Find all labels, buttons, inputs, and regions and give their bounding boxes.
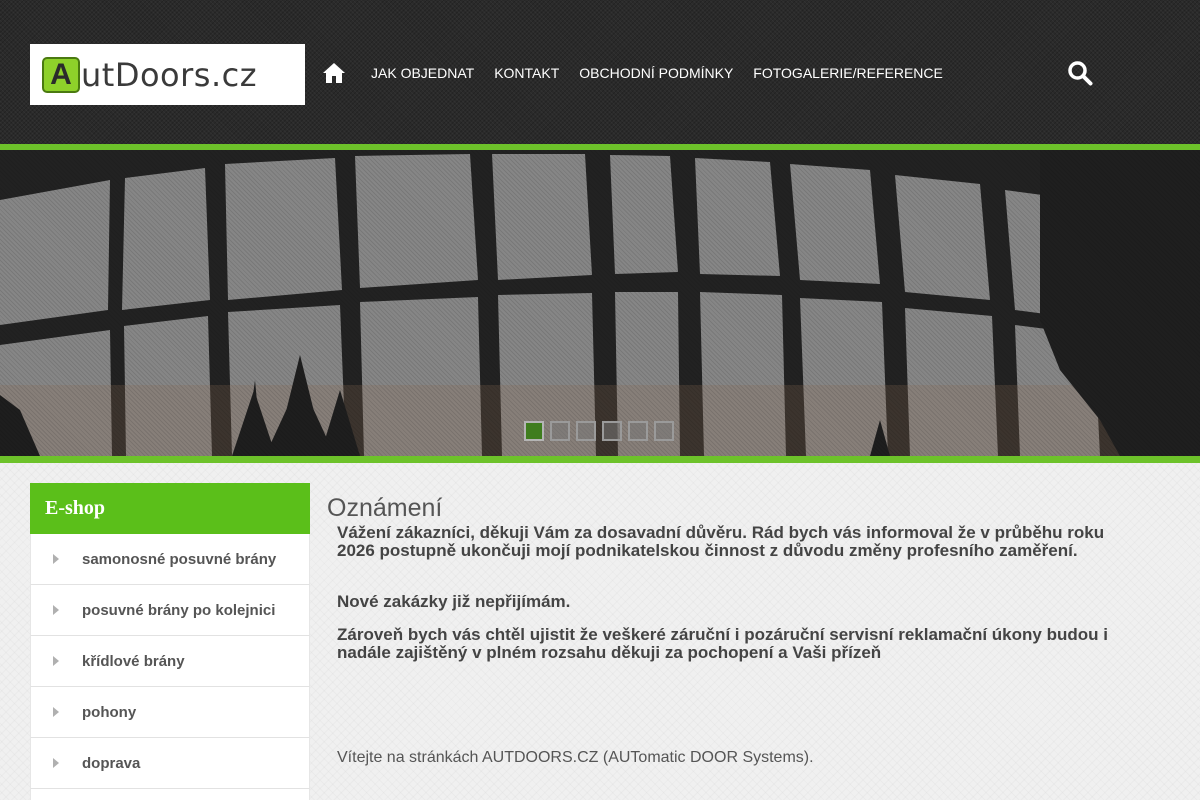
- chevron-right-icon: [53, 554, 59, 564]
- sidebar-item-label: pohony: [82, 703, 137, 721]
- main-nav: JAK OBJEDNAT KONTAKT OBCHODNÍ PODMÍNKY F…: [371, 65, 963, 81]
- chevron-right-icon: [53, 758, 59, 768]
- announcement-paragraph-2: Nové zakázky již nepřijímám.: [337, 592, 571, 611]
- logo-mark: A: [42, 56, 80, 93]
- slider-pagination: [524, 421, 680, 441]
- nav-fotogalerie[interactable]: FOTOGALERIE/REFERENCE: [753, 65, 943, 81]
- search-icon[interactable]: [1067, 60, 1093, 86]
- site-logo[interactable]: A utDoors.cz: [30, 44, 305, 105]
- eshop-heading: E-shop: [30, 483, 310, 534]
- sidebar-item-pohony[interactable]: pohony: [30, 687, 310, 738]
- sidebar-item-samonosne[interactable]: samonosné posuvné brány: [30, 534, 310, 585]
- welcome-text: Vítejte na stránkách AUTDOORS.CZ (AUToma…: [337, 749, 814, 766]
- sidebar-item-partial[interactable]: [30, 789, 310, 800]
- announcement-paragraph-3: Zároveň bych vás chtěl ujistit že vešker…: [337, 625, 1108, 662]
- page-title: Oznámení: [327, 494, 443, 522]
- sidebar-item-doprava[interactable]: doprava: [30, 738, 310, 789]
- logo-text: utDoors.cz: [81, 55, 258, 94]
- slider-dot-2[interactable]: [550, 421, 570, 441]
- site-header: A utDoors.cz JAK OBJEDNAT KONTAKT OBCHOD…: [0, 0, 1200, 144]
- sidebar-item-kolejnice[interactable]: posuvné brány po kolejnici: [30, 585, 310, 636]
- sidebar-item-kridlove[interactable]: křídlové brány: [30, 636, 310, 687]
- nav-jak-objednat[interactable]: JAK OBJEDNAT: [371, 65, 474, 81]
- chevron-right-icon: [53, 605, 59, 615]
- slider-dot-5[interactable]: [628, 421, 648, 441]
- chevron-right-icon: [53, 656, 59, 666]
- slider-bottom-border: [0, 456, 1200, 463]
- slider-dot-1[interactable]: [524, 421, 544, 441]
- eshop-sidebar: samonosné posuvné brány posuvné brány po…: [30, 534, 310, 800]
- home-icon[interactable]: [322, 62, 346, 84]
- nav-obchodni-podminky[interactable]: OBCHODNÍ PODMÍNKY: [579, 65, 733, 81]
- slider-dot-6[interactable]: [654, 421, 674, 441]
- sidebar-item-label: posuvné brány po kolejnici: [82, 601, 276, 619]
- hero-slider[interactable]: [0, 150, 1200, 456]
- announcement-paragraph-1: Vážení zákazníci, děkuji Vám za dosavadn…: [337, 523, 1105, 560]
- slider-dot-3[interactable]: [576, 421, 596, 441]
- slider-dot-4[interactable]: [602, 421, 622, 441]
- sidebar-item-label: křídlové brány: [82, 652, 185, 670]
- sidebar-item-label: samonosné posuvné brány: [82, 550, 277, 568]
- slider-texture: [0, 150, 1200, 456]
- sidebar-item-label: doprava: [82, 754, 141, 772]
- nav-kontakt[interactable]: KONTAKT: [494, 65, 559, 81]
- chevron-right-icon: [53, 707, 59, 717]
